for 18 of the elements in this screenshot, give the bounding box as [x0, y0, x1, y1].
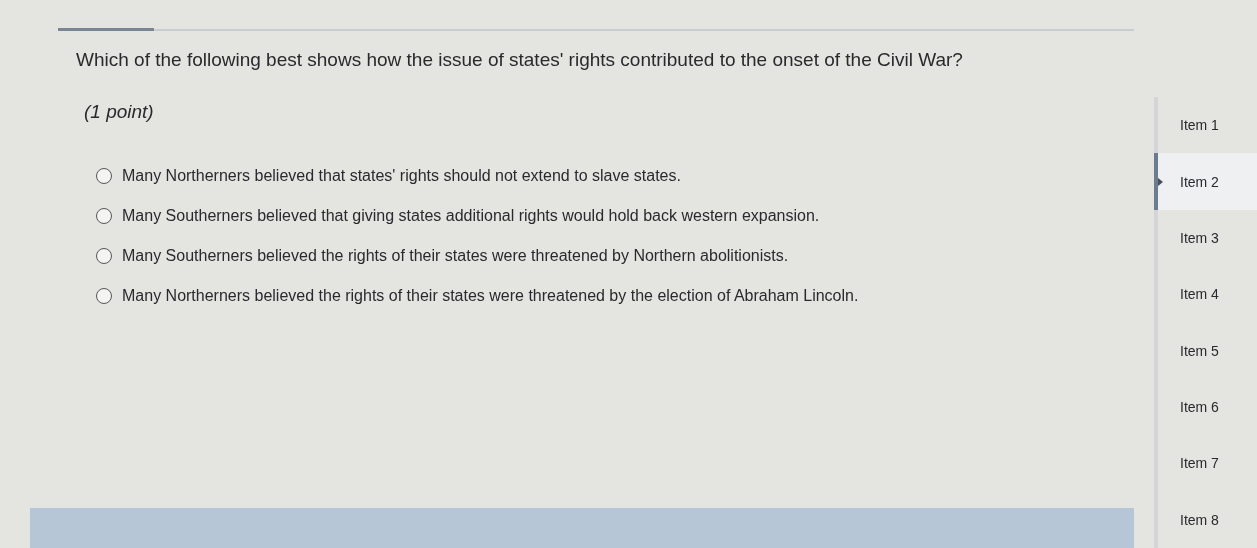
radio-button[interactable] [96, 208, 112, 224]
answer-option[interactable]: Many Southerners believed that giving states additional rights would hold back western expansion. [122, 207, 820, 225]
question-text: Which of the following best shows how the issue of states' rights contributed to the onset of the Civil War? [76, 49, 964, 71]
answer-option[interactable]: Many Southerners believed the rights of their states were threatened by Northern abolitionists. [122, 247, 789, 265]
points-label: (1 point) [84, 101, 155, 123]
answer-option[interactable]: Many Northerners believed that states' rights should not extend to slave states. [122, 167, 681, 185]
sidebar-item[interactable]: Item 6 [1154, 378, 1257, 436]
radio-button[interactable] [96, 168, 112, 184]
pointer-icon [1158, 178, 1163, 187]
sidebar-item[interactable]: Item 5 [1154, 322, 1257, 379]
sidebar-item[interactable]: Item 2 [1154, 153, 1257, 210]
sidebar-item[interactable]: Item 4 [1154, 266, 1257, 323]
sidebar-item[interactable]: Item 3 [1154, 209, 1257, 267]
answer-option[interactable]: Many Northerners believed the rights of their states were threatened by the election of Abraham Lincoln. [122, 287, 859, 305]
sidebar-item[interactable]: Item 8 [1154, 491, 1257, 548]
sidebar-item[interactable]: Item 7 [1154, 435, 1257, 492]
radio-button[interactable] [96, 288, 112, 304]
radio-button[interactable] [96, 248, 112, 264]
